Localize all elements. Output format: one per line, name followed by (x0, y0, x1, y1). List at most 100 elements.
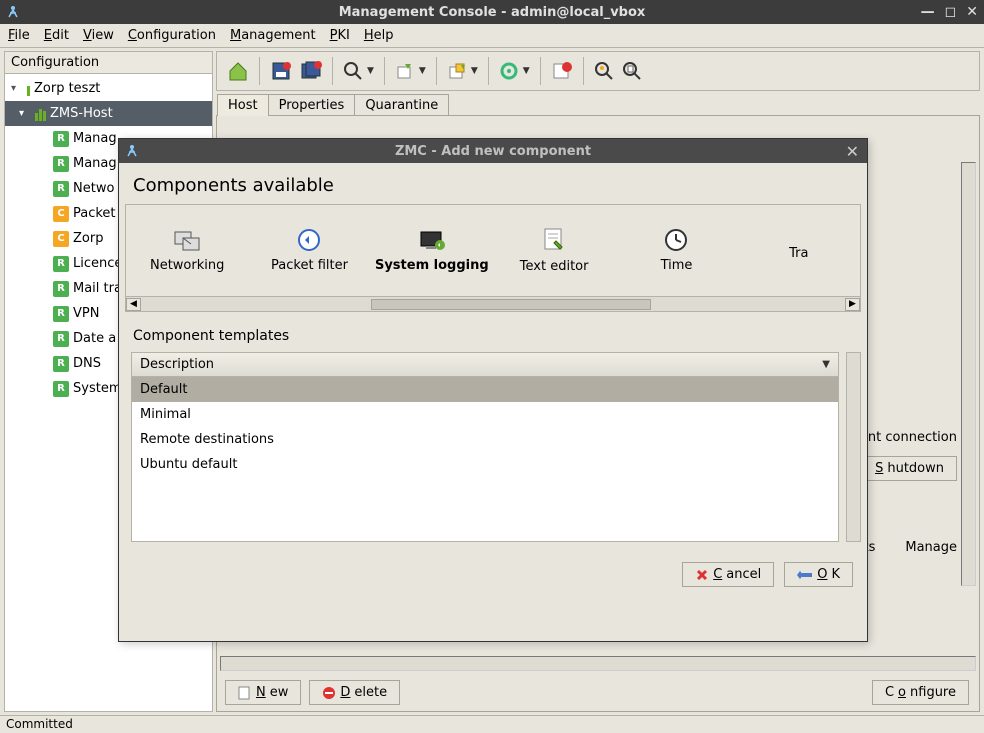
component-icon (53, 131, 69, 147)
ok-button[interactable]: OK (784, 562, 853, 587)
toolbar: ▼ ▼ ▼ ▼ (216, 51, 980, 91)
dialog-close-button[interactable]: ✕ (846, 142, 859, 161)
home-button[interactable] (223, 56, 253, 86)
tabrow: Host Properties Quarantine (217, 93, 980, 115)
tree-item-label: Licence (73, 256, 122, 271)
scroll-left-button[interactable]: ◀ (126, 298, 141, 311)
add-component-dialog: ZMC - Add new component ✕ Components ava… (118, 138, 868, 642)
import-button[interactable]: ▼ (443, 57, 482, 85)
templates-header[interactable]: Description ▼ (132, 353, 838, 377)
component-icon (53, 181, 69, 197)
component-pf[interactable]: Packet filter (248, 228, 370, 273)
delete-button[interactable]: Delete (309, 680, 400, 705)
titlebar: Management Console - admin@local_vbox — … (0, 0, 984, 24)
expand-icon[interactable]: ▾ (11, 83, 23, 94)
component-label: Time (661, 258, 693, 273)
dropdown-icon[interactable]: ▼ (471, 66, 478, 76)
component-icon (53, 331, 69, 347)
component-icon (53, 156, 69, 172)
window-title: Management Console - admin@local_vbox (339, 5, 646, 20)
statusbar: Committed (0, 715, 984, 733)
component-icon (53, 381, 69, 397)
delete-icon (322, 686, 336, 700)
menu-configuration[interactable]: Configuration (128, 28, 216, 43)
component-clock[interactable]: Time (615, 228, 737, 273)
sidebar-title: Configuration (5, 52, 212, 74)
desc-header-label: Description (140, 357, 214, 372)
components-heading: Components available (119, 163, 867, 204)
settings-button[interactable]: ▼ (495, 57, 534, 85)
component-syslog[interactable]: System logging (371, 228, 493, 273)
expand-icon[interactable]: ▾ (19, 108, 31, 119)
dropdown-icon[interactable]: ▼ (523, 66, 530, 76)
export-button[interactable]: ▼ (391, 57, 430, 85)
save-all-button[interactable] (296, 56, 326, 86)
clock-icon (664, 228, 688, 252)
scroll-right-button[interactable]: ▶ (845, 298, 860, 311)
net-icon (173, 228, 201, 252)
tree-item-label: DNS (73, 356, 101, 371)
component-net[interactable]: Networking (126, 228, 248, 273)
template-row[interactable]: Default (132, 377, 838, 402)
dialog-titlebar: ZMC - Add new component ✕ (119, 139, 867, 163)
shutdown-button[interactable]: Shutdown (862, 456, 957, 481)
menu-management[interactable]: Management (230, 28, 316, 43)
dialog-title: ZMC - Add new component (395, 144, 591, 159)
alert-button[interactable] (547, 56, 577, 86)
maximize-button[interactable]: ◻ (945, 4, 957, 20)
component-label: Text editor (520, 259, 589, 274)
component-label: Networking (150, 258, 224, 273)
tab-host[interactable]: Host (217, 94, 269, 116)
close-button[interactable]: ✕ (966, 4, 978, 20)
component-label: Packet filter (271, 258, 348, 273)
minimize-button[interactable]: — (921, 4, 935, 20)
menu-pki[interactable]: PKI (330, 28, 350, 43)
menu-view[interactable]: View (83, 28, 114, 43)
dropdown-icon[interactable]: ▼ (367, 66, 374, 76)
strip-scrollbar[interactable]: ◀ ▶ (126, 296, 860, 311)
tab-quarantine[interactable]: Quarantine (354, 94, 449, 116)
menu-help[interactable]: Help (364, 28, 394, 43)
component-icon (53, 356, 69, 372)
cancel-icon (695, 568, 709, 582)
component-strip: Networking Packet filter System logging Tex… (125, 204, 861, 312)
scroll-thumb[interactable] (371, 299, 651, 310)
component-label: System logging (375, 258, 489, 273)
template-row[interactable]: Ubuntu default (132, 452, 838, 477)
templates-list[interactable]: Description ▼ DefaultMinimalRemote desti… (131, 352, 839, 542)
tree-host-label: ZMS-Host (50, 106, 113, 121)
template-row[interactable]: Minimal (132, 402, 838, 427)
host-icon (35, 107, 46, 121)
tree-item-label: Packet (73, 206, 116, 221)
component-icon (53, 256, 69, 272)
main-window: Management Console - admin@local_vbox — … (0, 0, 984, 733)
save-button[interactable] (266, 56, 296, 86)
tab-properties[interactable]: Properties (268, 94, 356, 116)
tree-item-label: VPN (73, 306, 99, 321)
component-icon (53, 231, 69, 247)
find-user-button[interactable] (590, 57, 618, 85)
menu-edit[interactable]: Edit (44, 28, 69, 43)
configure-button[interactable]: Configure (872, 680, 969, 705)
site-icon (27, 82, 30, 96)
hscrollbar[interactable] (220, 656, 976, 671)
component-editor[interactable]: Text editor (493, 227, 615, 274)
menu-file[interactable]: File (8, 28, 30, 43)
tree-host[interactable]: ▾ ZMS-Host (5, 101, 212, 126)
new-button[interactable]: New (225, 680, 301, 705)
component-label: Tra (789, 246, 808, 261)
vscrollbar[interactable] (961, 162, 976, 586)
zoom-button[interactable]: ▼ (339, 57, 378, 85)
dropdown-icon[interactable]: ▼ (419, 66, 426, 76)
find-doc-button[interactable] (618, 57, 646, 85)
templates-vscroll[interactable] (846, 352, 861, 542)
dropdown-icon[interactable]: ▼ (822, 359, 830, 370)
tree-item-label: Date a (73, 331, 116, 346)
tree-item-label: Netwo (73, 181, 114, 196)
tree-item-label: Manag (73, 156, 117, 171)
template-row[interactable]: Remote destinations (132, 427, 838, 452)
component-partial[interactable]: Tra (738, 240, 860, 261)
syslog-icon (418, 228, 446, 252)
tree-root[interactable]: ▾ Zorp teszt (5, 76, 212, 101)
cancel-button[interactable]: Cancel (682, 562, 774, 587)
